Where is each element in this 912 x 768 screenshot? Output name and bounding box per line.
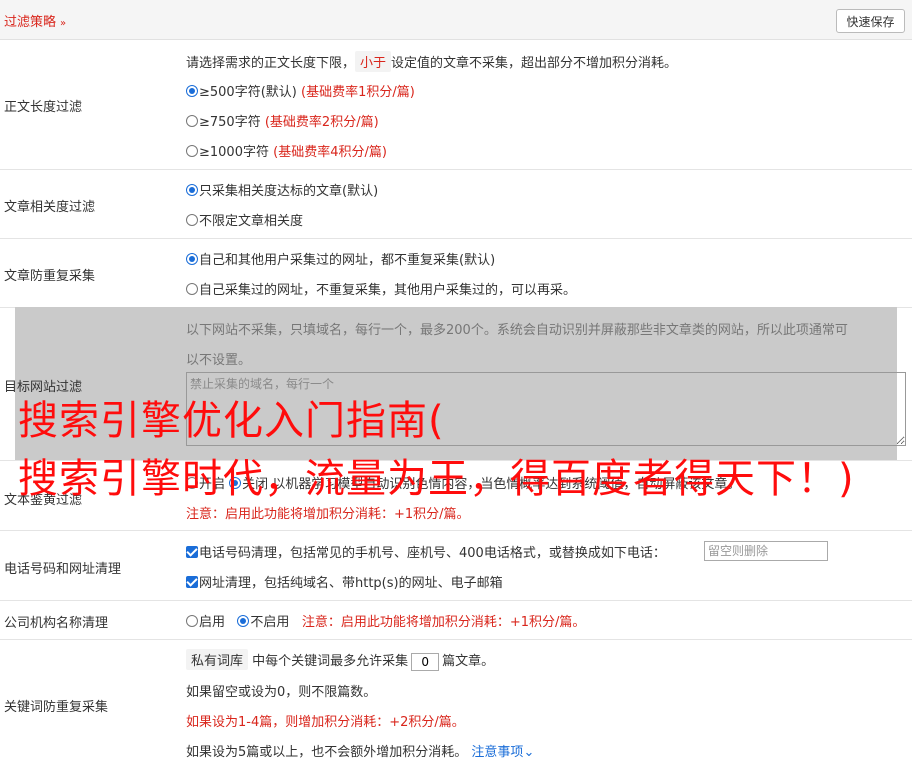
phone-clean-option[interactable]: 电话号码清理，包括常见的手机号、座机号、400电话格式，或替换成如下电话： <box>186 542 666 561</box>
radio-selected-icon[interactable] <box>186 253 198 265</box>
company-options: 启用 不启用 注意：启用此功能将增加积分消耗：+1积分/篇。 <box>186 611 585 630</box>
keyword-dedupe-post: 篇文章。 <box>442 654 494 669</box>
length-option-750[interactable]: ≥750字符 (基础费率2积分/篇) <box>186 111 379 130</box>
company-row: 公司机构名称清理 启用 不启用 注意：启用此功能将增加积分消耗：+1积分/篇。 <box>0 601 912 640</box>
length-option-1000-note: (基础费率4积分/篇) <box>273 145 387 160</box>
dedupe-option-2[interactable]: 自己采集过的网址，不重复采集，其他用户采集过的，可以再采。 <box>186 279 576 298</box>
relevance-label: 文章相关度过滤 <box>4 196 95 215</box>
notes-link-text: 注意事项 <box>471 745 523 760</box>
length-option-500[interactable]: ≥500字符(默认) (基础费率1积分/篇) <box>186 81 415 100</box>
checkbox-checked-icon[interactable] <box>186 576 198 588</box>
radio-selected-icon[interactable] <box>229 477 241 489</box>
filter-header: 过滤策略 » 快速保存 <box>0 0 912 40</box>
company-label: 公司机构名称清理 <box>4 612 108 631</box>
phone-clean-text: 电话号码清理，包括常见的手机号、座机号、400电话格式，或替换成如下电话： <box>199 546 666 561</box>
dedupe-row: 文章防重复采集 自己和其他用户采集过的网址，都不重复采集(默认) 自己采集过的网… <box>0 239 912 308</box>
radio-selected-icon[interactable] <box>237 615 249 627</box>
radio-icon[interactable] <box>186 214 198 226</box>
porn-off-text: 关闭 <box>242 477 268 492</box>
length-option-750-text: ≥750字符 <box>199 115 261 130</box>
radio-selected-icon[interactable] <box>186 184 198 196</box>
filter-title-text: 过滤策略 <box>4 15 56 30</box>
length-filter-row: 正文长度过滤 请选择需求的正文长度下限，小于设定值的文章不采集，超出部分不增加积… <box>0 40 912 170</box>
porn-filter-on[interactable]: 开启 <box>186 477 225 492</box>
porn-filter-label: 文本鉴黄过滤 <box>4 489 82 508</box>
keyword-dedupe-line4: 如果设为5篇或以上，也不会额外增加积分消耗。 注意事项⌄ <box>186 741 534 760</box>
chevron-down-icon: ⌄ <box>523 745 534 760</box>
keyword-dedupe-row: 关键词防重复采集 私有词库 中每个关键词最多允许采集 篇文章。 如果留空或设为0，… <box>0 640 912 768</box>
relevance-option-2[interactable]: 不限定文章相关度 <box>186 210 303 229</box>
radio-icon[interactable] <box>186 115 198 127</box>
less-than-tag: 小于 <box>355 51 391 72</box>
length-option-500-note: (基础费率1积分/篇) <box>301 85 415 100</box>
chevron-down-icon: » <box>60 18 66 29</box>
porn-filter-row: 文本鉴黄过滤 开启 关闭 以机器学习模型自动识别色情内容，当色情概率达到系统阈值… <box>0 461 912 531</box>
porn-filter-options: 开启 关闭 以机器学习模型自动识别色情内容，当色情概率达到系统阈值，自动屏蔽该文… <box>186 473 740 492</box>
length-filter-desc: 请选择需求的正文长度下限，小于设定值的文章不采集，超出部分不增加积分消耗。 <box>186 51 677 72</box>
quick-save-button[interactable]: 快速保存 <box>836 9 905 33</box>
dedupe-label: 文章防重复采集 <box>4 265 95 284</box>
dedupe-option-2-text: 自己采集过的网址，不重复采集，其他用户采集过的，可以再采。 <box>199 283 576 298</box>
radio-icon[interactable] <box>186 145 198 157</box>
notes-link[interactable]: 注意事项⌄ <box>471 745 534 760</box>
keyword-dedupe-pre: 中每个关键词最多允许采集 <box>252 654 408 669</box>
keyword-dedupe-line3: 如果设为1-4篇，则增加积分消耗：+2积分/篇。 <box>186 711 465 730</box>
porn-filter-desc: 以机器学习模型自动识别色情内容，当色情概率达到系统阈值，自动屏蔽该文章。 <box>272 477 740 492</box>
radio-selected-icon[interactable] <box>186 85 198 97</box>
porn-filter-off[interactable]: 关闭 <box>229 477 268 492</box>
keyword-dedupe-line1: 私有词库 中每个关键词最多允许采集 篇文章。 <box>186 649 494 671</box>
target-site-desc-1: 以下网站不采集，只填域名，每行一个，最多200个。系统会自动识别并屏蔽那些非文章… <box>186 319 848 338</box>
relevance-option-1[interactable]: 只采集相关度达标的文章(默认) <box>186 180 378 199</box>
radio-icon[interactable] <box>186 615 198 627</box>
target-site-desc-2: 以不设置。 <box>186 349 251 368</box>
length-desc-post: 设定值的文章不采集，超出部分不增加积分消耗。 <box>391 56 677 71</box>
relevance-option-1-text: 只采集相关度达标的文章(默认) <box>199 184 378 199</box>
max-articles-input[interactable] <box>411 653 439 671</box>
porn-on-text: 开启 <box>199 477 225 492</box>
target-site-label: 目标网站过滤 <box>4 376 82 395</box>
blocked-domains-textarea[interactable] <box>186 372 906 446</box>
url-clean-text: 网址清理，包括纯域名、带http(s)的网址、电子邮箱 <box>199 576 503 591</box>
length-option-1000-text: ≥1000字符 <box>199 145 269 160</box>
keyword-dedupe-label: 关键词防重复采集 <box>4 696 108 715</box>
dedupe-option-1-text: 自己和其他用户采集过的网址，都不重复采集(默认) <box>199 253 495 268</box>
length-option-1000[interactable]: ≥1000字符 (基础费率4积分/篇) <box>186 141 387 160</box>
length-option-750-note: (基础费率2积分/篇) <box>265 115 379 130</box>
keyword-dedupe-line4-text: 如果设为5篇或以上，也不会额外增加积分消耗。 <box>186 745 467 760</box>
relevance-option-2-text: 不限定文章相关度 <box>199 214 303 229</box>
company-on-text: 启用 <box>199 615 225 630</box>
replacement-phone-input[interactable] <box>704 541 828 561</box>
radio-icon[interactable] <box>186 477 198 489</box>
filter-title[interactable]: 过滤策略 » <box>4 11 66 30</box>
phone-url-label: 电话号码和网址清理 <box>4 558 121 577</box>
company-off-text: 不启用 <box>250 615 289 630</box>
private-lexicon-tag[interactable]: 私有词库 <box>186 649 248 670</box>
length-filter-label: 正文长度过滤 <box>4 96 82 115</box>
checkbox-checked-icon[interactable] <box>186 546 198 558</box>
company-on[interactable]: 启用 <box>186 615 225 630</box>
dedupe-option-1[interactable]: 自己和其他用户采集过的网址，都不重复采集(默认) <box>186 249 495 268</box>
length-desc-pre: 请选择需求的正文长度下限， <box>186 56 355 71</box>
porn-filter-note: 注意：启用此功能将增加积分消耗：+1积分/篇。 <box>186 503 470 522</box>
keyword-dedupe-line2: 如果留空或设为0，则不限篇数。 <box>186 681 376 700</box>
company-note: 注意：启用此功能将增加积分消耗：+1积分/篇。 <box>302 615 586 630</box>
company-off[interactable]: 不启用 <box>237 615 289 630</box>
url-clean-option[interactable]: 网址清理，包括纯域名、带http(s)的网址、电子邮箱 <box>186 572 503 591</box>
radio-icon[interactable] <box>186 283 198 295</box>
length-option-500-text: ≥500字符(默认) <box>199 85 297 100</box>
relevance-row: 文章相关度过滤 只采集相关度达标的文章(默认) 不限定文章相关度 <box>0 170 912 239</box>
